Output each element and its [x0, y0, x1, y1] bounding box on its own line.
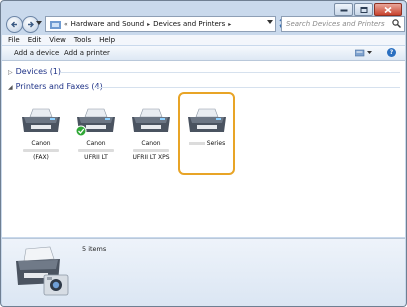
- menu-file[interactable]: File: [8, 36, 20, 44]
- printer-model: UFRII LT: [84, 154, 108, 161]
- printer-name: Canon: [31, 140, 51, 147]
- breadcrumb-overflow-chevron[interactable]: «: [64, 21, 68, 28]
- breadcrumb-hardware-and-sound[interactable]: Hardware and Sound: [71, 20, 144, 28]
- printer-model: (FAX): [33, 154, 49, 161]
- add-device-button[interactable]: Add a device: [14, 49, 59, 57]
- printer-item-fax[interactable]: Canon (FAX): [15, 105, 67, 161]
- menu-bar: File Edit View Tools Help: [2, 35, 405, 45]
- printer-name: Canon: [86, 140, 106, 147]
- add-printer-button[interactable]: Add a printer: [64, 49, 110, 57]
- redacted-model: [133, 149, 169, 152]
- menu-view[interactable]: View: [49, 36, 66, 44]
- menu-tools[interactable]: Tools: [74, 36, 91, 44]
- breadcrumb-separator-icon[interactable]: ▸: [147, 21, 150, 28]
- group-printers[interactable]: ◢ Printers and Faxes (4): [8, 82, 103, 91]
- menu-help[interactable]: Help: [99, 36, 115, 44]
- forward-arrow-icon: [28, 21, 34, 28]
- printer-name: Canon: [141, 140, 161, 147]
- group-divider: [60, 72, 400, 73]
- maximize-icon: [360, 6, 367, 13]
- menu-edit[interactable]: Edit: [28, 36, 42, 44]
- group-printers-label: Printers and Faxes (4): [15, 82, 103, 91]
- redacted-name: [188, 142, 205, 145]
- printer-item-series[interactable]: Series: [181, 105, 233, 147]
- control-panel-icon: [50, 20, 61, 29]
- printer-item-ufrii-lt[interactable]: Canon UFRII LT: [70, 105, 122, 161]
- printer-icon: [75, 108, 115, 137]
- printer-and-fax-large-icon: [16, 246, 69, 296]
- printer-model: UFRII LT XPS: [132, 154, 170, 161]
- address-bar[interactable]: « Hardware and Sound ▸ Devices and Print…: [45, 16, 276, 32]
- back-button[interactable]: [6, 16, 23, 33]
- collapse-arrow-icon[interactable]: ◢: [8, 84, 13, 91]
- printer-icon: [132, 108, 170, 132]
- breadcrumb-devices-and-printers[interactable]: Devices and Printers: [153, 20, 225, 28]
- change-view-icon[interactable]: [355, 49, 372, 57]
- navigation-bar: « Hardware and Sound ▸ Devices and Print…: [1, 15, 406, 33]
- help-icon[interactable]: ?: [387, 48, 396, 57]
- details-pane: 5 items: [2, 238, 405, 306]
- redacted-model: [78, 149, 114, 152]
- redacted-model: [23, 149, 59, 152]
- printer-item-ufrii-lt-xps[interactable]: Canon UFRII LT XPS: [125, 105, 177, 161]
- command-bar: Add a device Add a printer ?: [2, 46, 405, 61]
- printer-icon: [22, 108, 60, 132]
- item-count: 5 items: [82, 245, 107, 253]
- group-devices[interactable]: ▷ Devices (1): [8, 67, 61, 76]
- group-devices-label: Devices (1): [15, 67, 62, 76]
- printer-model: Series: [206, 140, 226, 147]
- close-icon: [384, 6, 392, 13]
- search-icon[interactable]: [392, 19, 401, 28]
- printer-label-row: Series: [181, 140, 233, 147]
- expand-arrow-icon[interactable]: ▷: [8, 69, 13, 76]
- explorer-window: « Hardware and Sound ▸ Devices and Print…: [0, 0, 407, 307]
- search-box[interactable]: Search Devices and Printers: [281, 16, 405, 32]
- search-input[interactable]: Search Devices and Printers: [286, 20, 385, 28]
- address-dropdown-icon[interactable]: [267, 20, 273, 24]
- default-printer-check-icon: [75, 125, 87, 137]
- printer-icon: [188, 108, 226, 132]
- minimize-icon: [340, 9, 347, 11]
- group-divider: [94, 87, 400, 88]
- breadcrumb-separator-icon[interactable]: ▸: [228, 21, 231, 28]
- back-arrow-icon: [11, 21, 17, 28]
- recent-pages-dropdown-icon[interactable]: [36, 21, 42, 25]
